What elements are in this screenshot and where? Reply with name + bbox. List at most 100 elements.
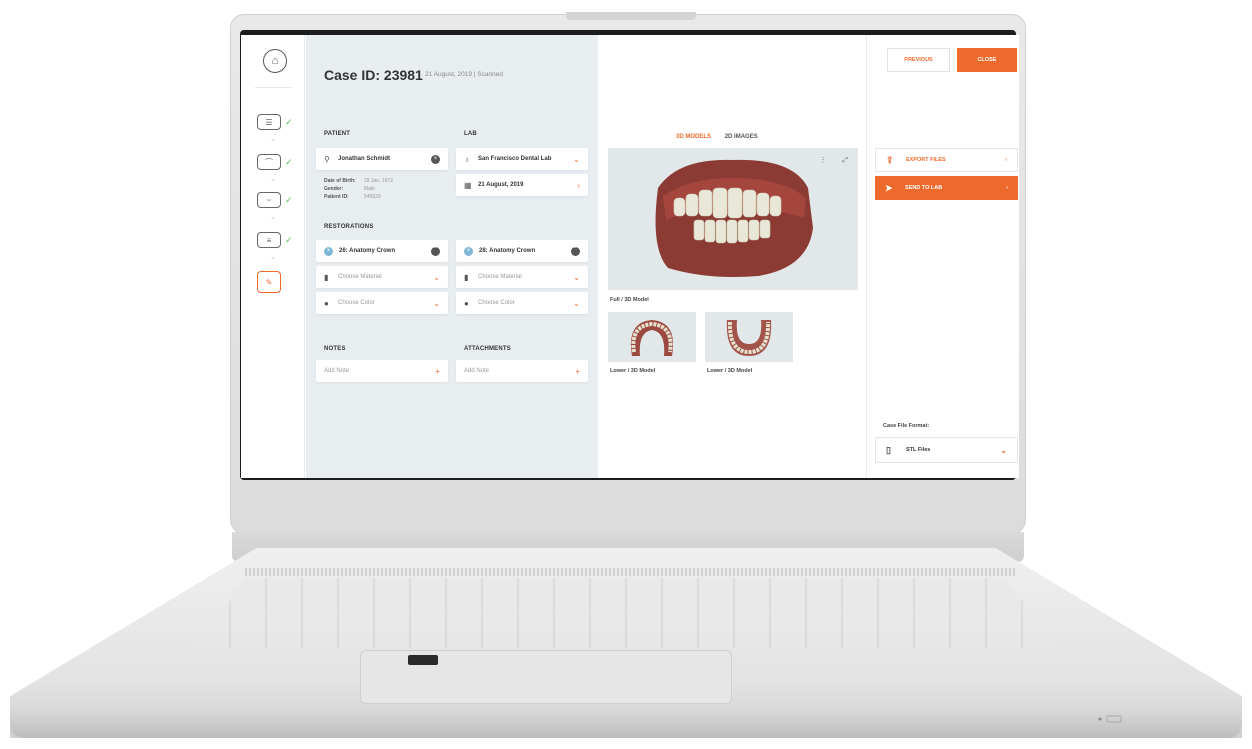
restoration-1[interactable]: × 26: Anatomy Crown ˆ [316,240,448,262]
viewer-tabs: 3D MODELS 2D IMAGES [676,134,770,140]
restoration-label: 28: Anatomy Crown [479,248,536,254]
material-select[interactable]: ▮ Choose Material ⌄ [456,266,588,288]
notes-input[interactable]: Add Note + [316,360,448,382]
tooth-lab-icon: ♁ [464,154,470,164]
patient-detail-row: Date of Birth: 29 Jan, 1972 [324,178,393,184]
thumbnail-caption: Lower / 3D Model [610,368,656,374]
thumbnail-caption: Lower / 3D Model [707,368,753,374]
chevron-down-icon: ⌄ [573,298,580,308]
previous-button[interactable]: PREVIOUS [887,48,950,72]
section-attachments: ATTACHMENTS [464,346,511,352]
case-subtitle: 21 August, 2019 | Scanned [425,71,503,78]
format-select[interactable]: ▯ STL Files ⌄ [875,437,1018,463]
step-lower-jaw[interactable]: ⌣ ✓ [257,189,297,211]
paper-plane-icon: ➤ [885,182,893,193]
collapse-icon[interactable]: ˆ [571,246,580,256]
send-to-lab-button[interactable]: ➤ SEND TO LAB › [875,176,1018,200]
fullscreen-icon[interactable]: ⤢ [842,157,848,164]
page-title: Case ID: 23981 [324,67,423,83]
export-icon: ⇪ [886,154,894,165]
model-viewer-panel: 3D MODELS 2D IMAGES ⋮ ⤢ Full / 3D Model … [598,35,866,478]
step-nav: ⌂ ☰ ✓ ⌄ ⌒ ✓ ⌄ ⌣ ✓ ⌄ ≡ ✓ ⌄ ✎ [241,35,305,478]
chevron-down-icon: ⌄ [270,176,276,183]
chevron-down-icon: ⌄ [1000,445,1007,455]
main-model-caption: Full / 3D Model [610,297,649,303]
collapse-icon[interactable]: ˆ [431,246,440,256]
plus-icon[interactable]: + [435,367,440,376]
check-icon: ✓ [285,194,293,205]
speaker-grille [245,568,1015,576]
lab-name: San Francisco Dental Lab [478,156,552,162]
chevron-down-icon: ⌄ [433,272,440,282]
app-screen: ⌂ ☰ ✓ ⌄ ⌒ ✓ ⌄ ⌣ ✓ ⌄ ≡ ✓ ⌄ ✎ Case ID: 239… [241,35,1019,478]
color-select[interactable]: ● Choose Color ⌄ [456,292,588,314]
3d-viewport[interactable]: ⋮ ⤢ [608,148,858,290]
export-label: EXPORT FILES [906,157,946,163]
calendar-icon: ▦ [464,180,472,190]
patient-detail-row: Gender: Male [324,186,375,192]
chevron-down-icon: ⌄ [270,214,276,221]
chevron-down-icon: ⌄ [270,254,276,261]
lower-jaw-thumbnail [726,320,772,356]
fingerprint-reader [408,655,438,665]
lower-jaw-thumbnail [630,320,674,356]
check-icon: ✓ [285,156,293,167]
restoration-2[interactable]: × 28: Anatomy Crown ˆ [456,240,588,262]
format-value: STL Files [906,447,931,453]
prescription-icon: ☰ [257,114,281,130]
model-thumbnail[interactable] [608,312,696,362]
chevron-right-icon: › [1005,157,1007,163]
section-lab: LAB [464,131,477,137]
camera-bar [566,12,696,20]
notes-placeholder: Add Note [324,368,350,374]
export-files-button[interactable]: ⇪ EXPORT FILES › [875,148,1018,172]
chevron-right-icon: › [1006,185,1008,191]
tab-3d-models[interactable]: 3D MODELS [676,134,711,140]
chevron-down-icon: ⌄ [573,272,580,282]
material-select[interactable]: ▮ Choose Material ⌄ [316,266,448,288]
restoration-label: 26: Anatomy Crown [339,248,396,254]
close-button[interactable]: CLOSE [957,48,1017,72]
material-value: Choose Material [338,274,382,280]
user-icon: ⚲ [324,154,330,164]
tooth-badge-icon: × [324,246,333,256]
chevron-down-icon: ⌄ [433,298,440,308]
nav-divider [255,87,291,88]
color-drop-icon: ● [464,298,469,308]
tooth-badge-icon: × [464,246,473,256]
more-icon[interactable]: ⋮ [819,157,826,164]
lab-select[interactable]: ♁ San Francisco Dental Lab ⌄ [456,148,588,170]
send-case-icon: ✎ [257,271,281,293]
section-restorations: RESTORATIONS [324,224,374,230]
tab-2d-images[interactable]: 2D IMAGES [725,134,758,140]
laptop-mockup: ⌂ ☰ ✓ ⌄ ⌒ ✓ ⌄ ⌣ ✓ ⌄ ≡ ✓ ⌄ ✎ Case ID: 239… [0,0,1252,749]
model-thumbnail[interactable] [705,312,793,362]
file-icon: ▯ [886,444,891,455]
clear-icon[interactable]: × [431,154,440,164]
plus-icon[interactable]: + [575,367,580,376]
step-upper-jaw[interactable]: ⌒ ✓ [257,151,297,173]
patient-detail-row: Patient ID: 545529 [324,194,381,200]
home-icon[interactable]: ⌂ [263,49,287,73]
actions-panel: PREVIOUS CLOSE ⇪ EXPORT FILES › ➤ SEND T… [866,35,1019,478]
patient-name: Jonathan Schmidt [338,156,391,162]
send-label: SEND TO LAB [905,185,943,191]
step-bite[interactable]: ≡ ✓ [257,229,297,251]
color-value: Choose Color [478,300,515,306]
material-icon: ▮ [464,272,469,282]
attachments-input[interactable]: Add Note + [456,360,588,382]
color-select[interactable]: ● Choose Color ⌄ [316,292,448,314]
check-icon: ✓ [285,116,293,127]
section-notes: NOTES [324,346,346,352]
lower-jaw-icon: ⌣ [257,192,281,208]
format-label: Case File Format: [883,423,930,429]
check-icon: ✓ [285,234,293,245]
keyboard [195,578,1057,648]
case-details-panel: Case ID: 23981 21 August, 2019 | Scanned… [306,35,598,478]
lab-date-field[interactable]: ▦ 21 August, 2019 › [456,174,588,196]
step-prescription[interactable]: ☰ ✓ [257,111,297,133]
patient-field[interactable]: ⚲ Jonathan Schmidt × [316,148,448,170]
upper-jaw-icon: ⌒ [257,154,281,170]
step-send-case[interactable]: ✎ [257,271,297,293]
section-patient: PATIENT [324,131,351,137]
